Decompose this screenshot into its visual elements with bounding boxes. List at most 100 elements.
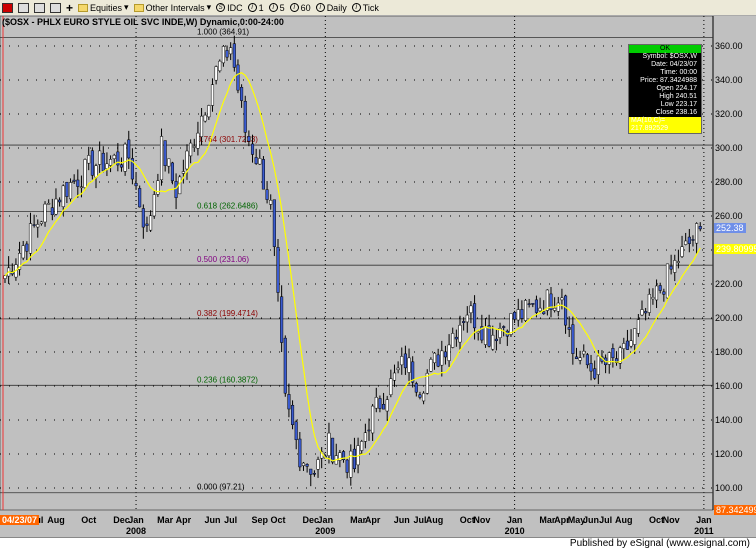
- date-tick-label: Mar: [350, 515, 367, 525]
- candle-body: [141, 208, 145, 228]
- candle-body: [163, 140, 167, 166]
- interval-tick-button[interactable]: I Tick: [351, 3, 379, 13]
- candle-body: [28, 223, 33, 254]
- cursor-price-badge: 87.342499: [714, 505, 756, 515]
- candle-body: [451, 333, 455, 348]
- fib-label: 1.000 (364.91): [197, 28, 249, 37]
- candle-body: [655, 285, 659, 301]
- date-tick-label: Jul: [224, 515, 238, 525]
- candle-body: [261, 159, 265, 190]
- candle-body: [698, 226, 702, 230]
- candle-body: [218, 60, 222, 72]
- candle-body: [636, 319, 640, 334]
- candle-body: [578, 357, 582, 361]
- candle-body: [50, 207, 54, 216]
- date-tick-label: Jun: [204, 515, 221, 525]
- candle-body: [149, 215, 153, 231]
- chart-icon[interactable]: [2, 2, 13, 13]
- interval-60-button[interactable]: I 60: [289, 3, 311, 13]
- interval-5-button[interactable]: I5: [268, 3, 285, 13]
- plus-icon[interactable]: +: [66, 1, 73, 15]
- price-tick-label: 200.00: [715, 313, 743, 323]
- candle-body: [622, 343, 626, 349]
- candle-body: [531, 303, 535, 305]
- candle-body: [276, 247, 280, 293]
- date-tick-label: Jun: [393, 515, 410, 525]
- candle-body: [76, 179, 80, 187]
- candle-body: [152, 194, 156, 217]
- info-open: Open 224.17: [656, 85, 697, 92]
- price-tick-label: 120.00: [715, 449, 743, 459]
- candle-body: [127, 139, 131, 159]
- candle-body: [39, 221, 43, 224]
- candle-body: [210, 84, 215, 106]
- year-label: 2008: [126, 526, 147, 536]
- date-tick-label: Jan: [128, 515, 144, 525]
- candle-body: [254, 157, 258, 164]
- candle-body: [240, 87, 244, 101]
- candle-body: [447, 344, 451, 361]
- interval-1-button[interactable]: I1: [247, 3, 264, 13]
- candle-body: [258, 158, 262, 165]
- candle-body: [436, 354, 440, 367]
- candle-body: [407, 357, 411, 373]
- date-tick-label: Jan: [696, 515, 712, 525]
- price-tick-label: 360.00: [715, 41, 743, 51]
- candle-body: [494, 338, 498, 342]
- candle-body: [665, 263, 670, 299]
- window2-icon[interactable]: [34, 2, 45, 13]
- candle-body: [542, 311, 546, 315]
- date-tick-label: Nov: [473, 515, 491, 525]
- other-intervals-menu[interactable]: Other Intervals ▾: [133, 2, 211, 13]
- candle-body: [36, 224, 40, 228]
- candle-body: [516, 309, 520, 321]
- candle-body: [476, 331, 480, 334]
- price-tick-label: 280.00: [715, 177, 743, 187]
- fib-label: 0.500 (231.06): [197, 255, 249, 264]
- candle-body: [294, 421, 298, 441]
- info-close: Close 238.16: [655, 109, 697, 116]
- candle-body: [589, 363, 593, 372]
- candle-body: [305, 464, 309, 467]
- date-tick-label: Jun: [583, 515, 600, 525]
- candle-body: [418, 394, 422, 398]
- candle-body: [593, 368, 597, 379]
- interval-daily-button[interactable]: I Daily: [315, 3, 347, 13]
- page-icon[interactable]: [50, 2, 61, 13]
- footer: Published by eSignal (www.esignal.com): [0, 537, 756, 550]
- idc-button[interactable]: S IDC: [216, 3, 243, 13]
- candle-body: [429, 359, 433, 372]
- candle-body: [309, 468, 313, 475]
- date-tick-label: Sep: [251, 515, 269, 525]
- candle-body: [574, 356, 579, 359]
- date-tick-label: Jul: [413, 515, 427, 525]
- candle-body: [644, 311, 648, 314]
- candle-body: [65, 181, 69, 197]
- candle-body: [520, 309, 524, 319]
- candle-body: [68, 182, 73, 200]
- candle-body: [214, 66, 218, 81]
- candle-body: [138, 188, 142, 208]
- candle-body: [181, 171, 185, 174]
- candle-body: [47, 202, 51, 205]
- date-tick-label: Apr: [175, 515, 192, 525]
- candle-body: [345, 459, 349, 473]
- equities-menu[interactable]: Equities ▾: [78, 2, 129, 13]
- folder-icon: [133, 3, 144, 12]
- candle-body: [527, 303, 531, 305]
- window-icon[interactable]: [18, 2, 29, 13]
- candle-body: [170, 162, 174, 181]
- candle-body: [458, 324, 462, 343]
- date-tick-label: Aug: [425, 515, 444, 525]
- candle-body: [658, 285, 662, 291]
- candle-body: [691, 239, 695, 241]
- candle-body: [236, 64, 240, 91]
- candle-body: [611, 348, 615, 359]
- candle-body: [422, 392, 426, 402]
- date-tick-label: Jul: [599, 515, 613, 525]
- candle-body: [174, 181, 178, 198]
- price-tick-label: 180.00: [715, 347, 743, 357]
- candle-body: [291, 405, 295, 425]
- candle-body: [280, 296, 284, 343]
- candle-body: [301, 462, 306, 466]
